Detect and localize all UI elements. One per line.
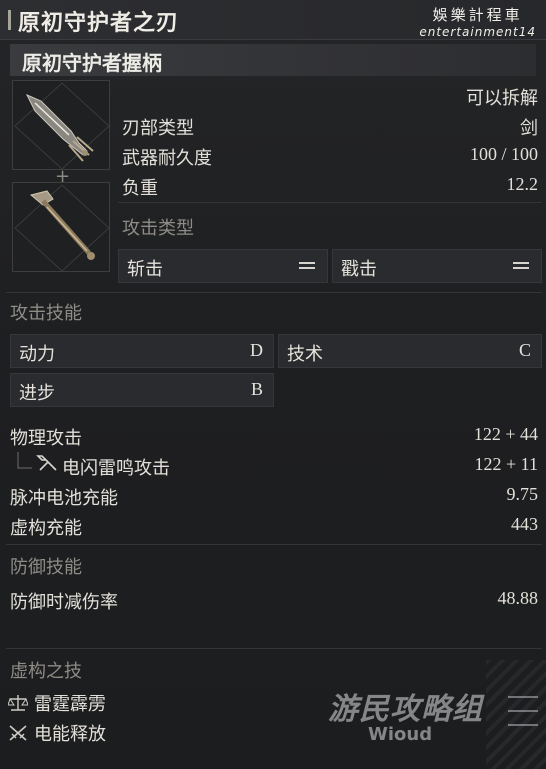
attack-type-title: 攻击类型 [122,218,194,239]
skill-advance-grade: B [250,379,263,399]
guard-reduction-value: 48.88 [497,588,539,608]
fable-art-thunderbolt-label: 雷霆霹雳 [34,694,106,715]
fable-charge-label: 虚构充能 [10,518,82,539]
guard-reduction-label: 防御时减伤率 [10,592,118,613]
fable-arts-title: 虚构之技 [10,661,82,682]
stats-divider [118,202,542,203]
handle-image[interactable] [12,182,110,272]
weight-label: 负重 [122,178,158,199]
attack-type-thrust[interactable]: 戳击 [332,249,542,283]
blade-type-label: 刃部类型 [122,118,194,139]
blade-icon [14,82,109,169]
handle-name: 原初守护者握柄 [22,51,162,75]
fable-art-discharge-label: 电能释放 [34,724,106,745]
pulse-cell-value: 9.75 [506,484,539,504]
defense-skills-title: 防御技能 [10,557,82,578]
durability-value: 100 / 100 [469,144,538,164]
attack-type-slash[interactable]: 斩击 [118,249,328,283]
skill-technique[interactable]: 技术 C [278,334,542,368]
watermark-bottom: 游民攻略组 Wioud [328,684,538,754]
item-detail-panel: 原初守护者之刃 娛樂計程車 entertainment14 原初守护者握柄 + [0,0,546,769]
watermark-line2: entertainment14 [419,25,536,39]
scales-icon [8,695,28,711]
equal-icon [513,260,529,272]
fable-charge-value: 443 [511,514,538,534]
attack-skills-title: 攻击技能 [10,303,82,324]
watermark-line1: 娛樂計程車 [432,6,523,24]
attack-type-slash-label: 斩击 [127,259,163,280]
skill-technique-label: 技术 [287,344,323,365]
sub-attack-branch-icon [17,452,57,471]
title-accent [8,10,11,30]
weapon-title: 原初守护者之刃 [18,10,180,36]
section-divider [6,544,542,545]
skill-advance[interactable]: 进步 B [10,373,274,407]
skill-motivity-label: 动力 [19,344,55,365]
watermark-bottom-small: Wioud [368,724,433,745]
watermark-top: 娛樂計程車 entertainment14 [419,4,536,39]
watermark-bottom-big: 游民攻略组 [328,692,483,727]
handle-icon [14,184,109,271]
crossed-swords-icon [9,725,27,741]
skill-motivity[interactable]: 动力 D [10,334,274,368]
section-divider [6,292,542,293]
equal-icon [299,260,315,272]
durability-label: 武器耐久度 [122,148,212,169]
disassemble-text: 可以拆解 [466,88,538,108]
lightning-attack-label: 电闪雷鸣攻击 [62,458,170,479]
skill-technique-grade: C [518,340,531,360]
physical-attack-label: 物理攻击 [10,428,82,449]
watermark-lines [488,696,538,736]
lightning-attack-value: 122 + 11 [474,454,538,474]
skill-motivity-grade: D [250,340,263,360]
section-divider [6,648,542,649]
weight-value: 12.2 [506,174,539,194]
physical-attack-value: 122 + 44 [473,424,538,444]
blade-type-value: 剑 [520,118,538,138]
fable-art-discharge[interactable]: 电能释放 [8,720,106,746]
skill-advance-label: 进步 [19,383,55,404]
weapon-image-column: + [12,80,110,272]
fable-art-thunderbolt[interactable]: 雷霆霹雳 [8,690,106,716]
attack-type-thrust-label: 戳击 [341,259,377,280]
pulse-cell-label: 脉冲电池充能 [10,488,118,509]
blade-image[interactable] [12,80,110,170]
